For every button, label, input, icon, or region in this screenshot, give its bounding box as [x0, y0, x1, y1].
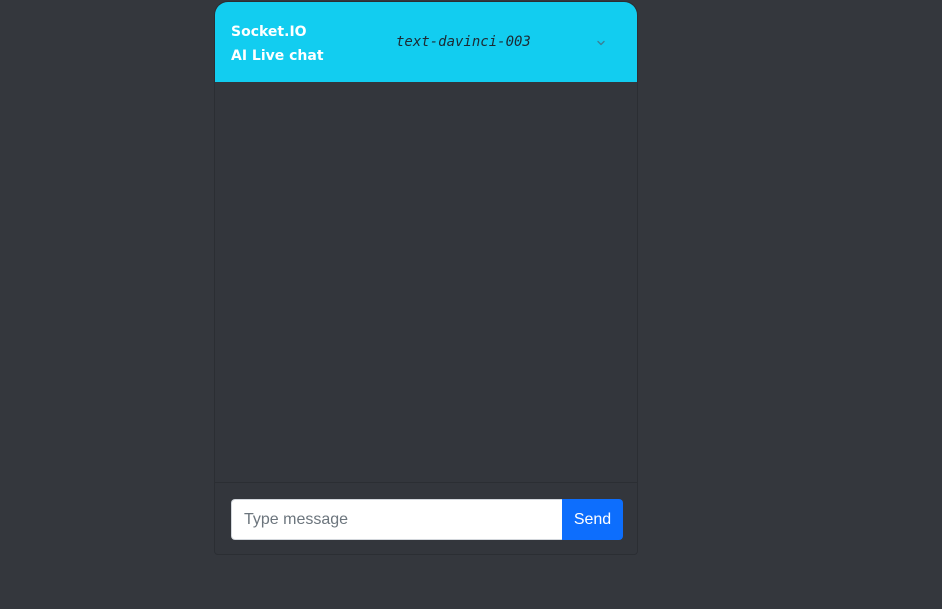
chat-card: Socket.IO AI Live chat text-davinci-003 … — [214, 1, 638, 555]
model-select-value: text-davinci-003 — [396, 34, 531, 50]
app-title-line-1: Socket.IO — [231, 24, 307, 40]
chat-header: Socket.IO AI Live chat text-davinci-003 — [215, 2, 637, 82]
send-button[interactable]: Send — [562, 499, 623, 540]
app-title: Socket.IO AI Live chat — [231, 20, 324, 68]
message-list — [215, 82, 637, 482]
chevron-down-icon — [597, 40, 605, 46]
chat-composer: Send — [215, 482, 637, 554]
model-select[interactable]: text-davinci-003 — [385, 28, 625, 58]
message-input[interactable] — [231, 499, 562, 540]
app-title-line-2: AI Live chat — [231, 48, 324, 64]
message-input-group: Send — [231, 499, 623, 540]
